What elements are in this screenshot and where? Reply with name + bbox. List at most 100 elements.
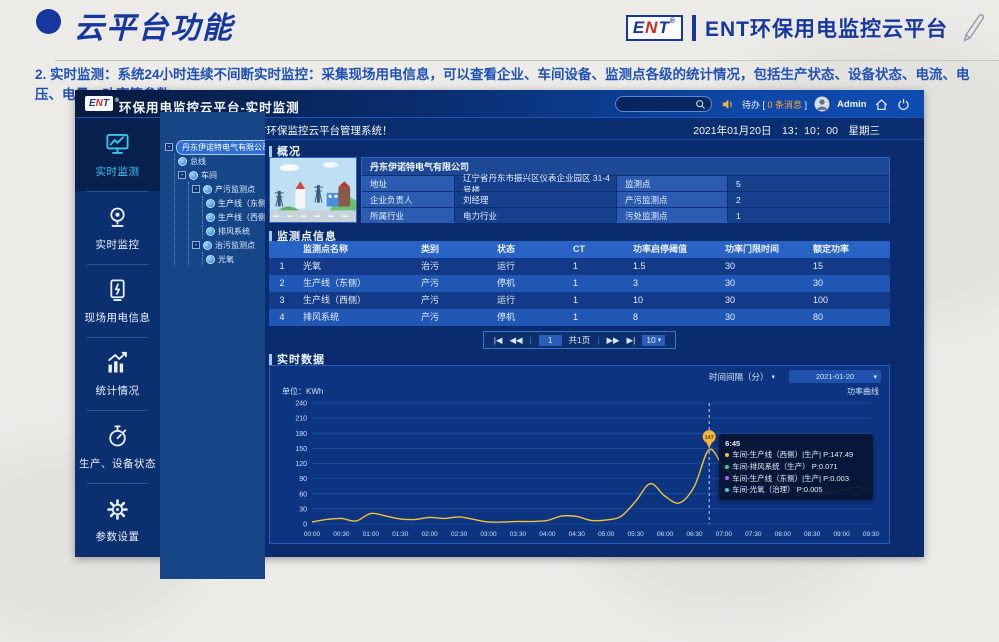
tree-node-label: 产污监测点 xyxy=(215,184,255,195)
x-tick-label: 02:30 xyxy=(451,531,468,538)
company-illustration xyxy=(269,157,357,223)
bullet-circle xyxy=(36,9,61,34)
prev-page-button[interactable]: ◀◀ xyxy=(509,335,522,346)
registered-mark: ® xyxy=(670,18,676,25)
table-cell: 1 xyxy=(269,258,295,275)
x-tick-label: 02:00 xyxy=(422,531,439,538)
tree-node-label: 治污监测点 xyxy=(215,240,255,251)
total-pages: 共1页 xyxy=(569,334,591,346)
interval-select[interactable]: 时间间隔（分）▾ xyxy=(709,371,775,383)
table-cell: 3 xyxy=(625,275,717,292)
tree-collapse-icon[interactable]: - xyxy=(165,143,173,151)
node-icon xyxy=(178,157,187,166)
tree-collapse-icon[interactable]: - xyxy=(192,185,200,193)
avatar[interactable] xyxy=(814,96,830,112)
sidebar-item-equipment-status[interactable]: 生产、设备状态 xyxy=(75,410,160,483)
table-cell: 100 xyxy=(805,292,890,309)
user-name[interactable]: Admin xyxy=(837,99,867,110)
x-tick-label: 04:30 xyxy=(569,531,586,538)
tree-node-bus[interactable]: 总线 xyxy=(178,154,265,168)
sidebar-item-live-view[interactable]: 实时监控 xyxy=(75,191,160,264)
search-box[interactable] xyxy=(615,96,712,112)
tree-collapse-icon[interactable]: - xyxy=(192,241,200,249)
chevron-down-icon: ▾ xyxy=(873,373,877,381)
tree-node-company[interactable]: 丹东伊诺特电气有限公司 xyxy=(176,140,276,155)
sidebar-item-label: 实时监控 xyxy=(96,237,140,252)
sidebar-item-label: 参数设置 xyxy=(96,529,140,544)
field-label: 污处监测点 xyxy=(617,208,727,223)
logo-letter: T xyxy=(103,98,109,109)
table-cell[interactable]: 光氧 xyxy=(295,258,413,275)
field-value: 5 xyxy=(728,176,889,191)
tree-collapse-icon[interactable]: - xyxy=(178,171,186,179)
realtime-chart-panel: 时间间隔（分）▾ 2021-01-20▾ 单位：KWh 功率曲线 0306090… xyxy=(269,365,890,544)
main-content: 概况 xyxy=(265,140,924,557)
x-tick-label: 03:00 xyxy=(480,531,497,538)
table-cell: 10 xyxy=(625,292,717,309)
ent-logo: ENT® xyxy=(626,15,683,41)
x-tick-label: 01:30 xyxy=(392,531,409,538)
interval-label: 时间间隔（分） xyxy=(709,371,769,383)
divider-bar xyxy=(692,15,696,41)
tree-node-line-east[interactable]: 生产线（东侧） xyxy=(206,196,265,210)
y-tick-label: 0 xyxy=(303,522,307,529)
column-header: 额定功率 xyxy=(805,241,890,258)
sidebar-item-parameter-settings[interactable]: 参数设置 xyxy=(75,483,160,556)
table-cell[interactable]: 排风系统 xyxy=(295,309,413,326)
table-cell: 30 xyxy=(717,258,805,275)
sidebar-item-label: 生产、设备状态 xyxy=(79,456,156,471)
home-icon[interactable] xyxy=(874,97,889,112)
field-label: 监测点 xyxy=(617,176,727,191)
tree-node-photo-oxygen[interactable]: 光氧 xyxy=(206,252,265,266)
sidebar-item-realtime-monitor[interactable]: 实时监测 xyxy=(75,118,160,191)
tree-node-treat-group[interactable]: - 治污监测点 xyxy=(192,238,265,252)
tree-node-produce-group[interactable]: - 产污监测点 xyxy=(192,182,265,196)
power-icon[interactable] xyxy=(896,97,911,112)
x-tick-label: 07:30 xyxy=(745,531,762,538)
table-cell: 1.5 xyxy=(625,258,717,275)
table-cell: 停机 xyxy=(489,275,565,292)
tree-node-workshop[interactable]: -车间 xyxy=(178,168,265,182)
brand-title: ENT环保用电监控云平台 xyxy=(705,13,948,43)
table-cell[interactable]: 生产线（东侧） xyxy=(295,275,413,292)
logo-letter: E xyxy=(633,18,645,37)
tree-node-line-west[interactable]: 生产线（西侧） xyxy=(206,210,265,224)
x-tick-label: 08:30 xyxy=(804,531,821,538)
x-tick-label: 00:00 xyxy=(304,531,321,538)
next-page-button[interactable]: ▶▶ xyxy=(606,335,619,346)
page-size-select[interactable]: 10▾ xyxy=(642,335,665,346)
column-header: 类别 xyxy=(413,241,489,258)
table-cell: 4 xyxy=(269,309,295,326)
column-header: 功率门限时间 xyxy=(717,241,805,258)
current-page[interactable]: 1 xyxy=(539,335,562,346)
table-cell: 30 xyxy=(717,275,805,292)
last-page-button[interactable]: ▶| xyxy=(627,335,636,346)
table-cell: 2 xyxy=(269,275,295,292)
gear-icon xyxy=(104,496,131,523)
tree-node-label: 总线 xyxy=(190,156,206,167)
todo-messages[interactable]: 待办 [ 0 条消息 ] xyxy=(742,98,807,111)
unit-label: 单位：KWh xyxy=(282,386,323,397)
first-page-button[interactable]: |◀ xyxy=(494,335,503,346)
column-header xyxy=(269,241,295,258)
x-tick-label: 05:30 xyxy=(627,531,644,538)
search-icon[interactable] xyxy=(695,99,706,110)
node-icon xyxy=(206,255,215,264)
field-label: 产污监测点 xyxy=(617,192,727,207)
y-tick-label: 120 xyxy=(295,461,307,468)
power-curve-line xyxy=(312,449,871,522)
table-cell[interactable]: 生产线（西侧） xyxy=(295,292,413,309)
search-input[interactable] xyxy=(616,99,695,109)
sidebar-item-statistics[interactable]: 统计情况 xyxy=(75,337,160,410)
marker-value: 147 xyxy=(705,435,714,441)
pager-separator: | xyxy=(597,335,599,345)
tree-node-exhaust[interactable]: 排风系统 xyxy=(206,224,265,238)
todo-suffix: ] xyxy=(805,100,808,110)
monitor-table: 监测点名称 类别 状态 CT 功率启停阈值 功率门限时间 额定功率 1 光氧 治… xyxy=(269,241,890,326)
slide-title: 云平台功能 xyxy=(74,3,234,47)
sidebar-item-site-power-info[interactable]: 现场用电信息 xyxy=(75,264,160,337)
horn-icon[interactable] xyxy=(721,97,735,111)
date-select[interactable]: 2021-01-20▾ xyxy=(789,370,881,383)
webcam-icon xyxy=(104,204,131,231)
sidebar-item-label: 现场用电信息 xyxy=(85,310,151,325)
